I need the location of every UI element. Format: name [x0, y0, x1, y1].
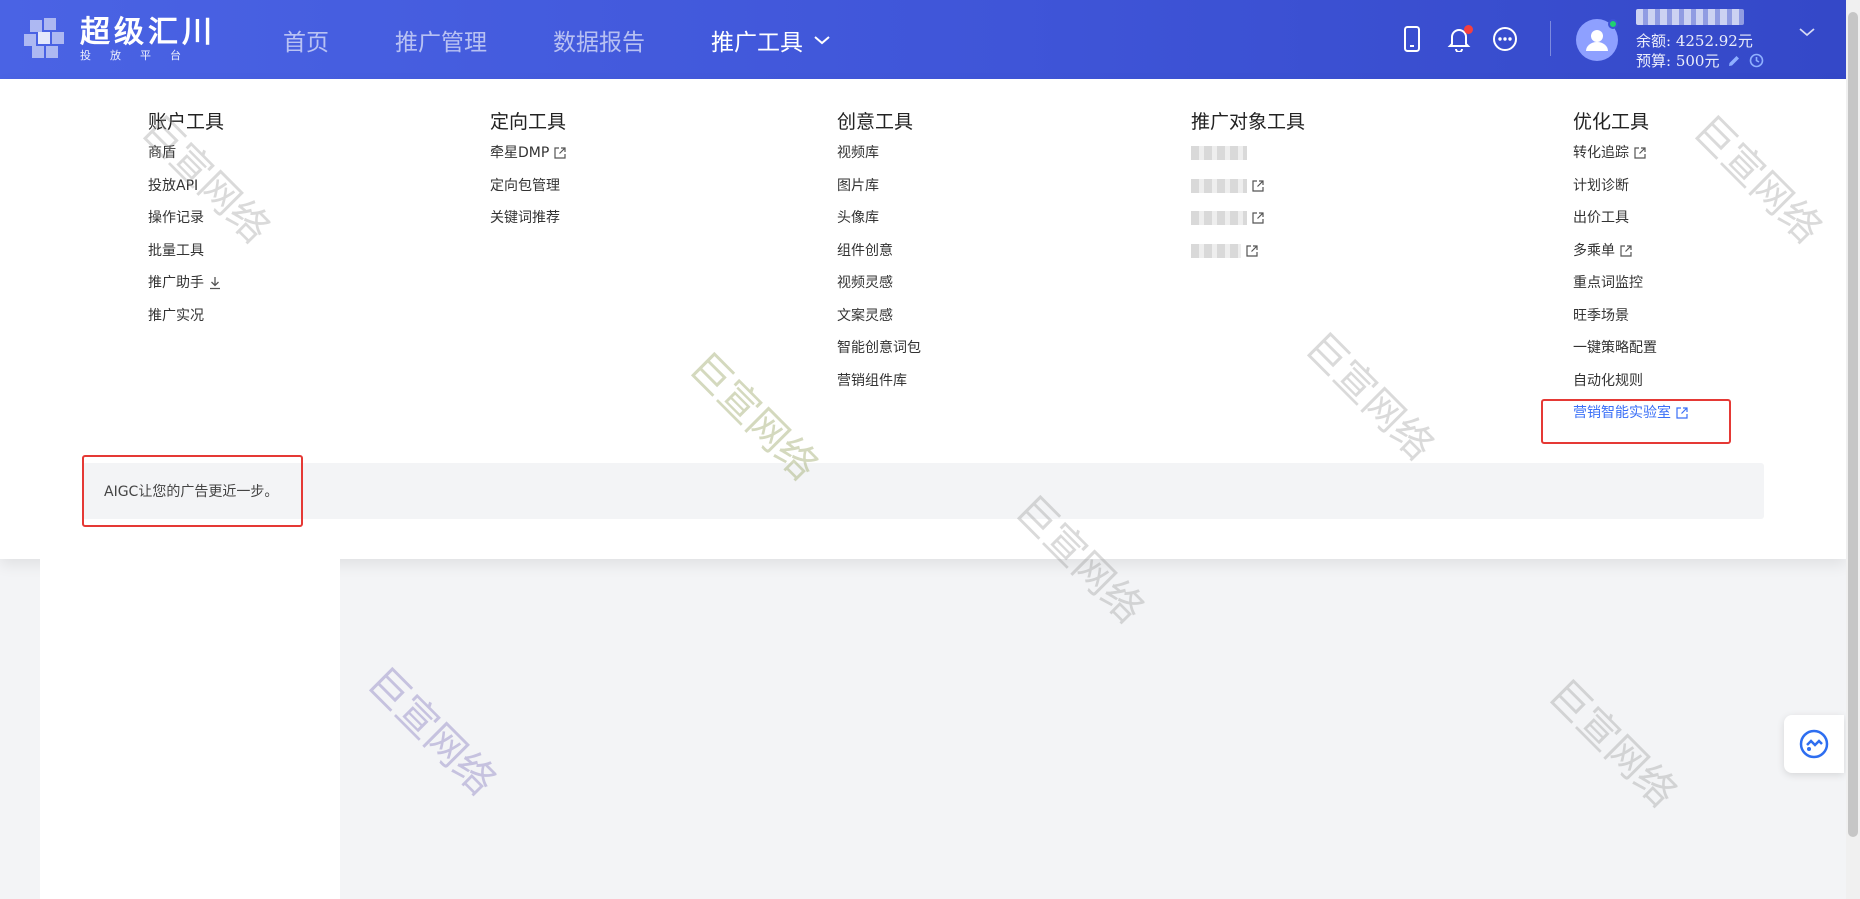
- external-link-icon: [1246, 244, 1258, 257]
- sidebar-panel: [40, 559, 340, 899]
- avatar[interactable]: [1576, 19, 1618, 61]
- nav-promotion-tools[interactable]: 推广工具: [711, 23, 831, 57]
- menu-item-copy-inspiration[interactable]: 文案灵感: [837, 307, 921, 340]
- menu-item-redacted-3[interactable]: [1191, 209, 1305, 242]
- menu-column-account-tools: 账户工具 商盾 投放API 操作记录 批量工具 推广助手 推广实况: [148, 109, 224, 339]
- menu-item-marketing-components[interactable]: 营销组件库: [837, 372, 921, 405]
- menu-item-redacted-4[interactable]: [1191, 242, 1305, 275]
- external-link-icon: [1252, 212, 1264, 224]
- scrollbar-thumb[interactable]: [1848, 12, 1858, 837]
- column-title: 定向工具: [490, 111, 567, 133]
- redacted-label: [1191, 211, 1247, 225]
- menu-item-one-click-strategy[interactable]: 一键策略配置: [1573, 339, 1689, 372]
- menu-item-keyword-monitor[interactable]: 重点词监控: [1573, 274, 1689, 307]
- menu-item-shangdun[interactable]: 商盾: [148, 144, 224, 177]
- nav-promotion-tools-label: 推广工具: [711, 29, 803, 56]
- promotion-tools-dropdown: 账户工具 商盾 投放API 操作记录 批量工具 推广助手 推广实况 定向工具 牵…: [0, 79, 1846, 559]
- nav-data-reports[interactable]: 数据报告: [553, 23, 645, 57]
- download-icon: [210, 277, 220, 290]
- logo-subtitle: 投放平台: [80, 49, 200, 62]
- assistant-float-button[interactable]: [1784, 715, 1844, 773]
- clock-icon[interactable]: [1749, 53, 1764, 68]
- menu-item-batch-tools[interactable]: 批量工具: [148, 242, 224, 275]
- annotation-box-ai-lab: [1541, 399, 1731, 444]
- menu-item-keyword-recommend[interactable]: 关键词推荐: [490, 209, 567, 242]
- column-title: 优化工具: [1573, 111, 1650, 133]
- nav-campaign-management[interactable]: 推广管理: [395, 23, 487, 57]
- account-budget: 预算: 500元: [1636, 52, 1720, 70]
- account-balance: 余额: 4252.92元: [1636, 32, 1753, 50]
- menu-item-operation-log[interactable]: 操作记录: [148, 209, 224, 242]
- menu-item-api[interactable]: 投放API: [148, 177, 224, 210]
- menu-item-promotion-assistant[interactable]: 推广助手: [148, 274, 224, 307]
- menu-item-targeting-package[interactable]: 定向包管理: [490, 177, 567, 210]
- aigc-banner[interactable]: AIGC让您的广告更近一步。: [82, 463, 1764, 519]
- account-chevron-down-icon[interactable]: [1798, 26, 1816, 38]
- nav-home[interactable]: 首页: [283, 23, 329, 57]
- column-title: 推广对象工具: [1191, 111, 1306, 133]
- external-link-icon: [1252, 179, 1264, 192]
- redacted-label: [1191, 243, 1241, 258]
- menu-item-smart-word-pack[interactable]: 智能创意词包: [837, 339, 921, 372]
- external-link-icon: [1634, 147, 1646, 159]
- menu-item-bid-tools[interactable]: 出价工具: [1573, 209, 1689, 242]
- external-link-icon: [1620, 244, 1632, 257]
- edit-icon[interactable]: [1727, 54, 1741, 68]
- menu-item-live-status[interactable]: 推广实况: [148, 307, 224, 340]
- redacted-label: [1191, 146, 1247, 160]
- menu-item-conversion-tracking[interactable]: 转化追踪: [1573, 144, 1689, 177]
- bell-icon[interactable]: [1445, 25, 1473, 53]
- column-title: 账户工具: [148, 111, 225, 133]
- assistant-icon: [1799, 729, 1829, 759]
- watermark: 巨宣网络: [1539, 670, 1686, 817]
- notification-dot: [1464, 25, 1473, 34]
- online-status-dot: [1608, 19, 1618, 29]
- user-icon: [1586, 30, 1608, 51]
- main-nav: 首页 推广管理 数据报告 推广工具: [283, 0, 897, 79]
- logo-title: 超级汇川: [80, 15, 216, 50]
- menu-column-optimization-tools: 优化工具 转化追踪 计划诊断 出价工具 多乘单 重点词监控 旺季场景 一键策略配…: [1573, 109, 1689, 437]
- account-budget-row: 预算: 500元: [1636, 50, 1764, 71]
- annotation-box-banner: [82, 455, 303, 527]
- top-navigation-bar: 超级汇川 投放平台 首页 推广管理 数据报告 推广工具 余额: 4252.92元…: [0, 0, 1846, 79]
- menu-item-plan-diagnosis[interactable]: 计划诊断: [1573, 177, 1689, 210]
- more-options-icon[interactable]: [1491, 25, 1519, 53]
- menu-item-avatar-library[interactable]: 头像库: [837, 209, 921, 242]
- menu-item-video-inspiration[interactable]: 视频灵感: [837, 274, 921, 307]
- menu-column-creative-tools: 创意工具 视频库 图片库 头像库 组件创意 视频灵感 文案灵感 智能创意词包 营…: [837, 109, 921, 404]
- chevron-down-icon: [814, 35, 830, 44]
- menu-item-redacted-2[interactable]: [1191, 177, 1305, 210]
- column-title: 创意工具: [837, 111, 914, 133]
- menu-column-promotion-object-tools: 推广对象工具: [1191, 109, 1305, 274]
- redacted-label: [1191, 178, 1247, 193]
- menu-item-video-library[interactable]: 视频库: [837, 144, 921, 177]
- header-divider: [1550, 21, 1551, 56]
- menu-item-image-library[interactable]: 图片库: [837, 177, 921, 210]
- external-link-icon: [554, 147, 566, 159]
- logo-mark-icon: [22, 16, 70, 64]
- brand-logo[interactable]: 超级汇川 投放平台: [22, 14, 216, 66]
- watermark: 巨宣网络: [358, 658, 505, 805]
- menu-item-component-creative[interactable]: 组件创意: [837, 242, 921, 275]
- menu-item-redacted-1[interactable]: [1191, 144, 1305, 177]
- menu-item-multi-order[interactable]: 多乘单: [1573, 242, 1689, 275]
- menu-column-targeting-tools: 定向工具 牵星DMP 定向包管理 关键词推荐: [490, 109, 567, 242]
- menu-item-peak-season[interactable]: 旺季场景: [1573, 307, 1689, 340]
- mobile-icon[interactable]: [1398, 25, 1426, 53]
- account-name-redacted: [1636, 9, 1744, 25]
- menu-item-dmp[interactable]: 牵星DMP: [490, 144, 567, 177]
